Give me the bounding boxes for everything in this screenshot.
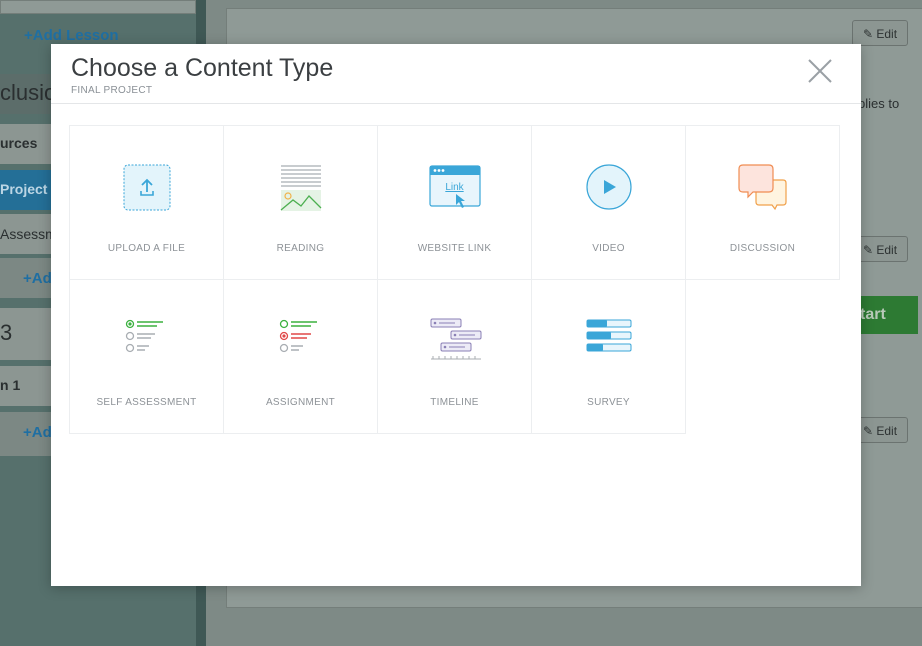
content-type-label: VIDEO: [592, 243, 625, 254]
content-type-label: WEBSITE LINK: [417, 243, 492, 254]
content-type-website-link[interactable]: Link WEBSITE LINK: [377, 125, 532, 280]
content-type-survey[interactable]: SURVEY: [531, 279, 686, 434]
survey-icon: [579, 318, 639, 368]
website-link-icon: Link: [425, 164, 485, 214]
sidebar-section[interactable]: 3: [0, 308, 52, 360]
edit-label: Edit: [876, 243, 898, 257]
description-fragment: plies to: [858, 96, 900, 111]
add-lesson-link[interactable]: +Ad: [23, 270, 52, 287]
content-type-label: READING: [276, 243, 325, 254]
sidebar-item-label: Project: [0, 181, 48, 197]
content-type-label: UPLOAD A FILE: [107, 243, 186, 254]
sidebar-header: clusion: [0, 74, 68, 114]
video-play-icon: [579, 164, 639, 214]
content-type-label: SURVEY: [587, 397, 630, 408]
edit-label: Edit: [876, 27, 898, 41]
content-type-modal: Choose a Content Type FINAL PROJECT UPLO…: [51, 44, 861, 586]
sidebar-item-active[interactable]: Project: [0, 170, 52, 210]
sidebar-item-label: n 1: [0, 377, 21, 393]
content-type-label: TIMELINE: [430, 397, 479, 408]
sidebar-item-label: Assessm: [0, 226, 57, 242]
edit-button[interactable]: ✎ Edit: [852, 20, 908, 46]
start-label: tart: [860, 306, 886, 323]
sidebar-item-label: urces: [0, 135, 38, 151]
add-lesson-link[interactable]: +Ad: [23, 424, 52, 441]
content-type-assignment[interactable]: ASSIGNMENT: [223, 279, 378, 434]
add-lesson-link[interactable]: +Add Lesson: [24, 27, 119, 44]
section-number: 3: [0, 320, 13, 345]
sidebar-item[interactable]: Assessm: [0, 214, 57, 254]
content-type-timeline[interactable]: TIMELINE: [377, 279, 532, 434]
upload-icon: [117, 164, 177, 214]
sidebar-item[interactable]: urces: [0, 124, 52, 164]
link-icon-text: Link: [445, 182, 464, 193]
content-type-self-assessment[interactable]: SELF ASSESSMENT: [69, 279, 224, 434]
reading-icon: [271, 164, 331, 214]
modal-subtitle: FINAL PROJECT: [71, 85, 153, 96]
timeline-icon: [425, 318, 485, 368]
assignment-icon: [271, 318, 331, 368]
close-icon[interactable]: [803, 54, 837, 88]
content-type-video[interactable]: VIDEO: [531, 125, 686, 280]
content-type-upload-a-file[interactable]: UPLOAD A FILE: [69, 125, 224, 280]
modal-divider: [51, 103, 861, 104]
content-type-reading[interactable]: READING: [223, 125, 378, 280]
content-type-label: ASSIGNMENT: [265, 397, 336, 408]
sidebar-card: [0, 0, 196, 14]
content-type-discussion[interactable]: DISCUSSION: [685, 125, 840, 280]
content-type-label: DISCUSSION: [729, 243, 796, 254]
edit-label: Edit: [876, 424, 898, 438]
modal-title: Choose a Content Type: [71, 54, 334, 82]
content-type-label: SELF ASSESSMENT: [96, 397, 197, 408]
self-assessment-icon: [117, 318, 177, 368]
sidebar-item[interactable]: n 1: [0, 366, 52, 406]
discussion-icon: [733, 164, 793, 214]
